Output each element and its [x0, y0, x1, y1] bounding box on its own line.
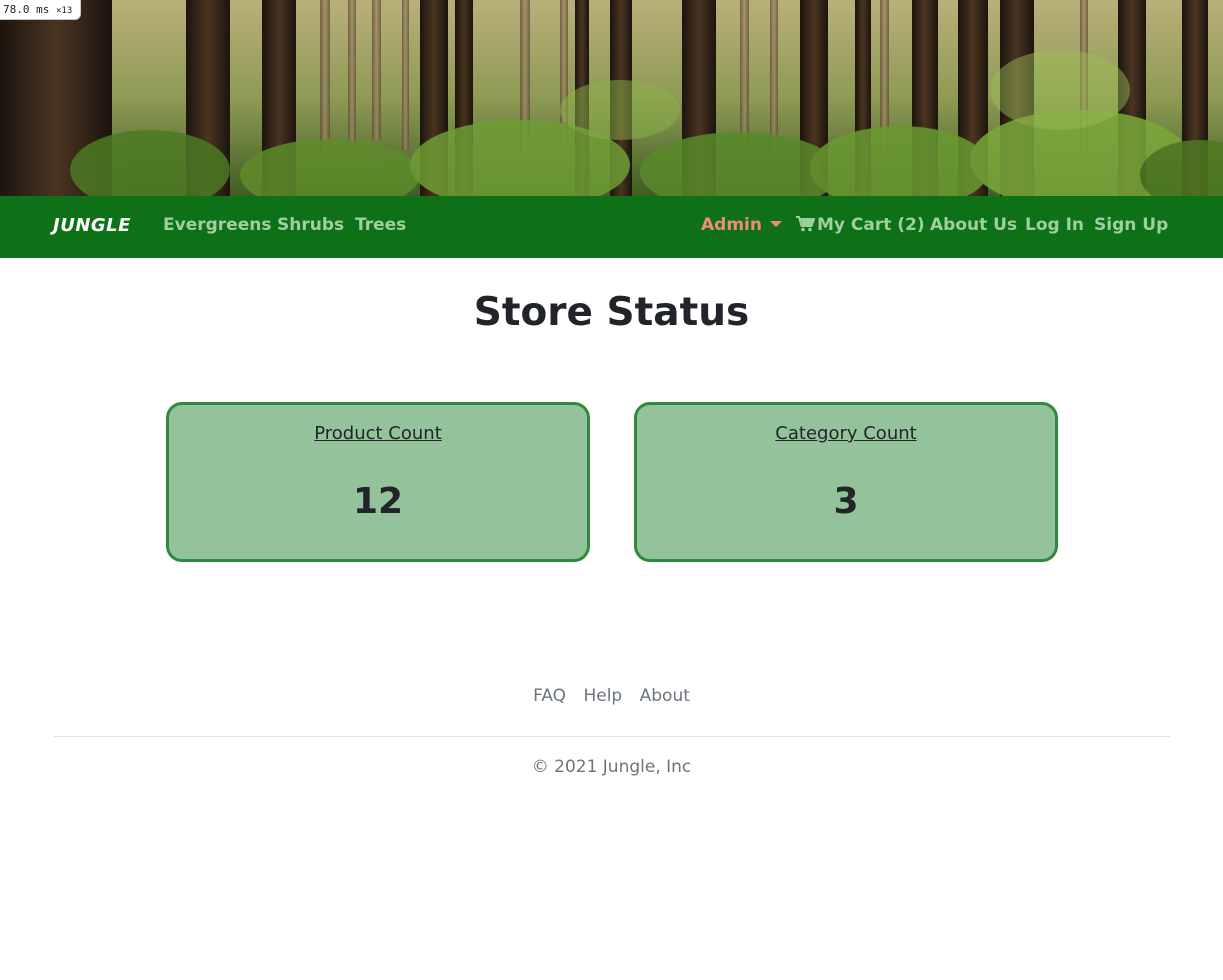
- product-count-card: Product Count 12: [166, 402, 590, 562]
- perf-time: 78.0: [3, 3, 30, 16]
- perf-unit: ms: [36, 3, 50, 16]
- footer-link-about[interactable]: About: [640, 686, 690, 706]
- nav-link-trees[interactable]: Trees: [355, 215, 406, 235]
- cart-label: My Cart (2): [817, 215, 925, 235]
- footer-link-faq[interactable]: FAQ: [533, 686, 566, 706]
- footer-link-help[interactable]: Help: [583, 686, 622, 706]
- perf-badge: 78.0 ms ×13: [0, 0, 81, 20]
- product-count-value: 12: [352, 481, 404, 522]
- product-count-label: Product Count: [314, 423, 442, 444]
- category-count-label: Category Count: [775, 423, 917, 444]
- shopping-cart-icon: [796, 216, 815, 232]
- brand-logo[interactable]: JUNGLE: [53, 215, 131, 236]
- admin-dropdown[interactable]: Admin: [701, 215, 782, 235]
- page-title: Store Status: [473, 290, 750, 335]
- footer-divider: [54, 736, 1170, 737]
- nav-link-log-in[interactable]: Log In: [1025, 215, 1084, 235]
- nav-link-evergreens[interactable]: Evergreens: [163, 215, 271, 235]
- footer-links: FAQ Help About: [0, 686, 1223, 706]
- admin-dropdown-label: Admin: [701, 215, 762, 235]
- main-navbar: JUNGLE Evergreens Shrubs Trees Admin My …: [0, 196, 1223, 258]
- caret-down-icon: [769, 220, 782, 227]
- copyright-text: © 2021 Jungle, Inc: [531, 757, 692, 777]
- nav-link-sign-up[interactable]: Sign Up: [1094, 215, 1168, 235]
- hero-banner: 78.0 ms ×13: [0, 0, 1223, 196]
- nav-link-cart[interactable]: My Cart (2): [796, 215, 925, 235]
- nav-link-shrubs[interactable]: Shrubs: [277, 215, 344, 235]
- category-count-card: Category Count 3: [634, 402, 1058, 562]
- perf-multiplier: ×13: [56, 6, 73, 16]
- forest-banner-image: [0, 0, 1223, 196]
- category-count-value: 3: [833, 481, 859, 522]
- nav-link-about-us[interactable]: About Us: [930, 215, 1017, 235]
